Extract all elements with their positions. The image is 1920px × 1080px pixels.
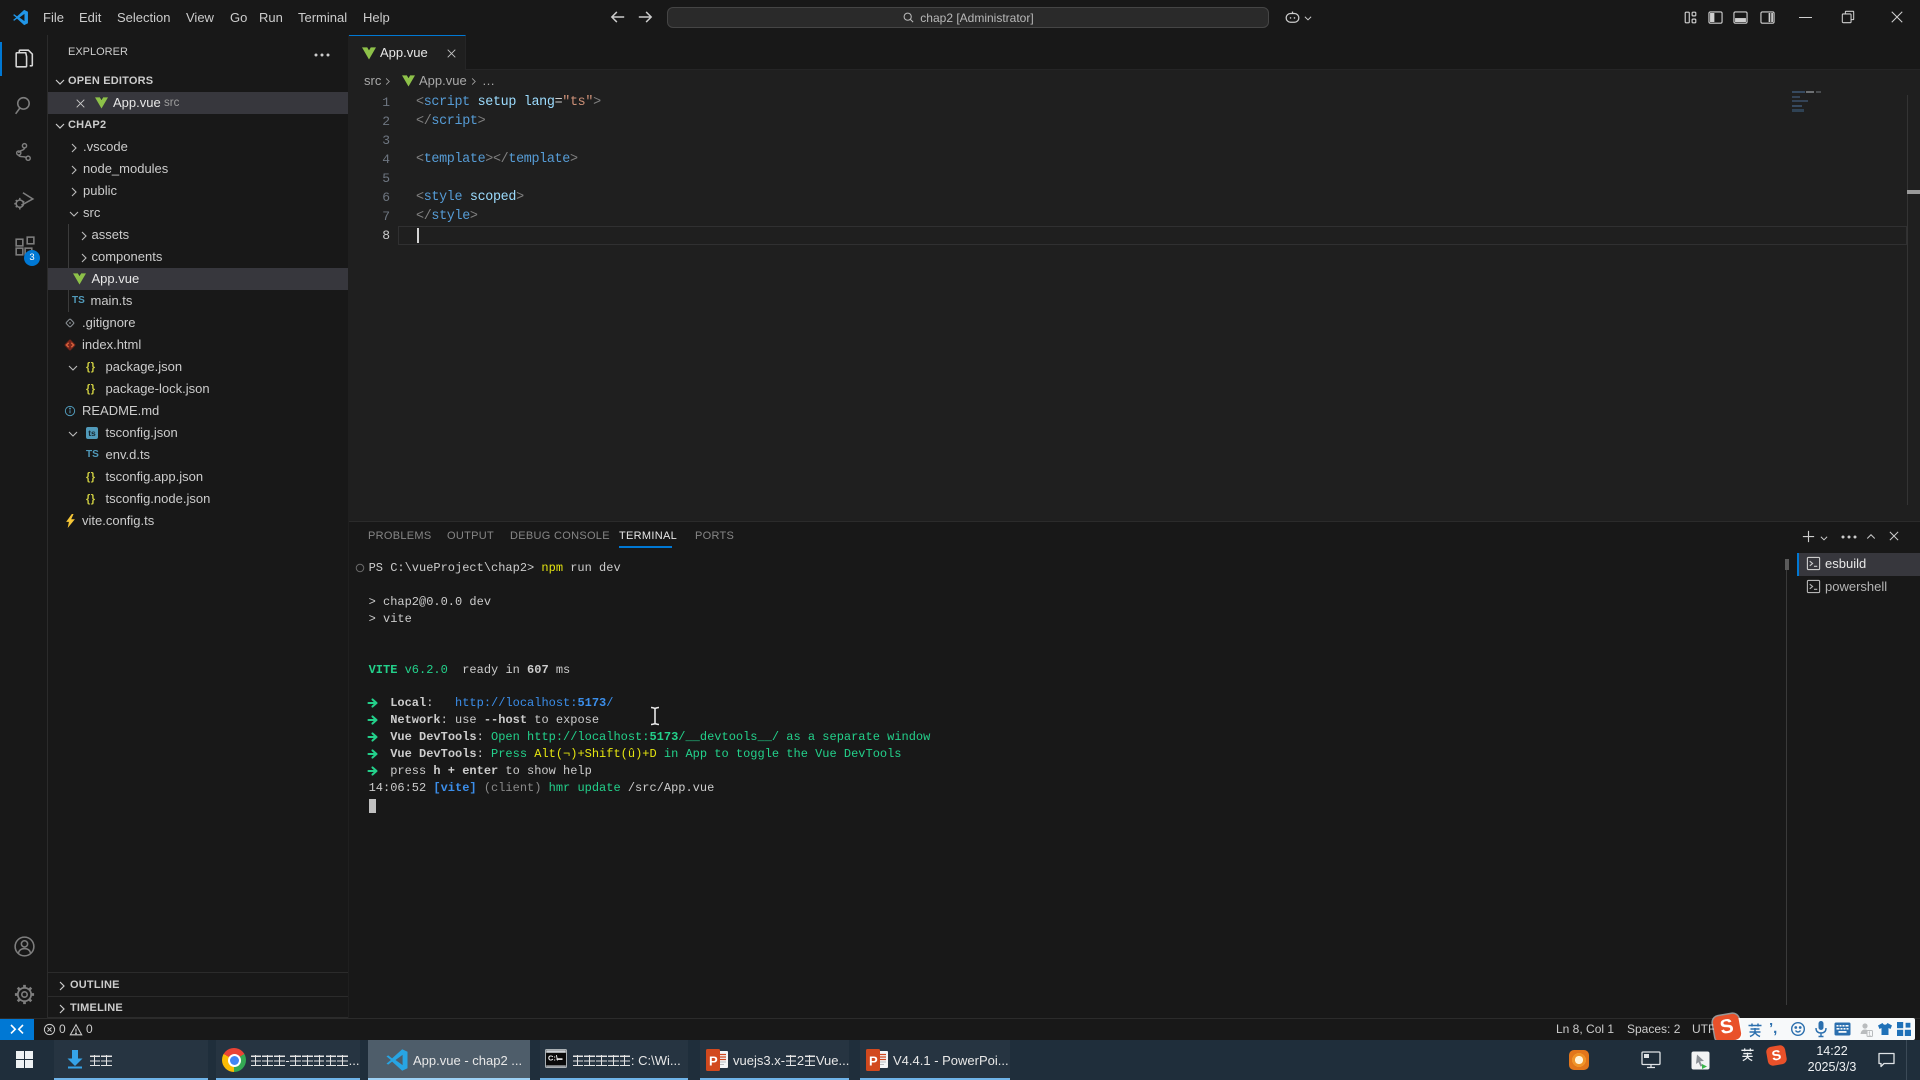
svg-text:P: P: [709, 1054, 718, 1069]
svg-text:P: P: [869, 1054, 878, 1069]
svg-text:C:\: C:\: [548, 1054, 559, 1063]
svg-text:1: 1: [1868, 1031, 1871, 1037]
